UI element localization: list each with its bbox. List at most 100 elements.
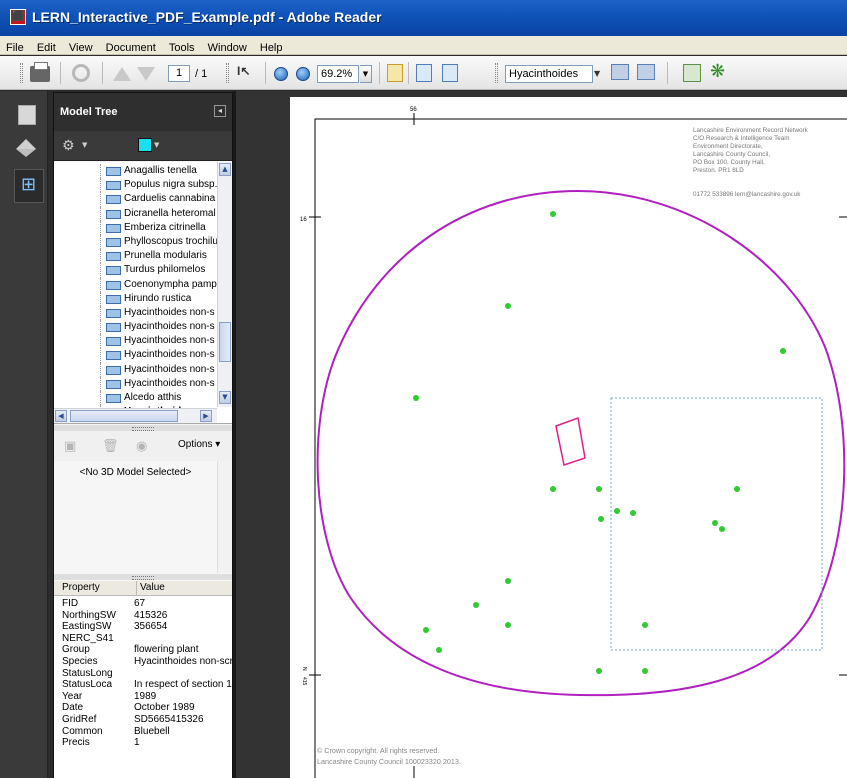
previous-page-icon[interactable] <box>113 67 131 81</box>
tree-item[interactable]: Hyacinthoides non-s <box>54 305 217 321</box>
options-button[interactable]: Options ▾ <box>178 439 220 450</box>
tree-item[interactable]: Anagallis tenella <box>54 164 217 179</box>
tree-item-label: Hyacinthoides non-s <box>124 335 215 347</box>
title-bar[interactable]: ⬛ LERN_Interactive_PDF_Example.pdf - Ado… <box>0 0 847 36</box>
tree-item[interactable]: Hyacinthoides non-s <box>54 334 217 349</box>
select-tool-icon[interactable]: I↖ <box>237 64 255 82</box>
property-row[interactable]: NorthingSW 415326 <box>54 610 232 622</box>
object-data-icon[interactable] <box>683 64 701 82</box>
tree-item[interactable]: Hirundo rustica <box>54 291 217 306</box>
model-tree-icon[interactable] <box>710 61 728 82</box>
page-view-icon[interactable] <box>387 64 403 82</box>
tree-horizontal-scrollbar[interactable]: ◀ ▶ <box>54 408 217 423</box>
tree-item[interactable]: Hyacinthoides non-s <box>54 348 217 363</box>
scroll-thumb[interactable] <box>219 322 231 362</box>
tree-item[interactable]: Hyacinthoides non-s <box>54 376 217 391</box>
document-view[interactable]: 56 16 N 415 Lancashire Environment Recor… <box>236 91 847 778</box>
property-key: Species <box>62 656 98 667</box>
property-row[interactable]: Group flowering plant <box>54 644 232 656</box>
tree-item[interactable]: Emberiza citrinella <box>54 220 217 235</box>
menu-window[interactable]: Window <box>204 39 251 54</box>
record-point <box>712 520 718 526</box>
color-swatch[interactable] <box>138 138 152 152</box>
find-next-icon[interactable] <box>637 64 655 80</box>
tree-item[interactable]: Dicranella heteromal <box>54 206 217 221</box>
scroll-right-icon[interactable]: ▶ <box>200 410 212 422</box>
tree-item[interactable]: Turdus philomelos <box>54 263 217 278</box>
toolbar-grip[interactable] <box>495 63 498 83</box>
property-row[interactable]: Year 1989 <box>54 691 232 703</box>
tree-connector <box>100 192 101 207</box>
model-tree-tab-icon[interactable] <box>14 169 44 203</box>
menu-help[interactable]: Help <box>256 39 287 54</box>
property-key: Date <box>62 702 84 714</box>
print-icon[interactable] <box>30 62 50 82</box>
property-value: SD5665415326 <box>134 714 204 725</box>
find-previous-icon[interactable] <box>611 64 629 80</box>
fit-page-icon[interactable] <box>442 64 458 82</box>
toolbar-grip[interactable] <box>226 63 229 83</box>
property-value: October 1989 <box>134 702 195 714</box>
menu-tools[interactable]: Tools <box>165 39 199 54</box>
fit-width-icon[interactable] <box>416 64 432 82</box>
menu-file[interactable]: File <box>0 39 28 54</box>
tree-item[interactable]: Hyacinthoides non-s <box>54 320 217 335</box>
sync-icon[interactable] <box>72 64 90 82</box>
menu-edit[interactable]: Edit <box>33 39 60 54</box>
property-row[interactable]: StatusLong <box>54 668 232 680</box>
panel-close-icon[interactable]: ◂ <box>214 105 226 117</box>
chevron-down-icon[interactable]: ▼ <box>154 141 159 149</box>
tree-item[interactable]: Prunella modularis <box>54 249 217 264</box>
scroll-down-icon[interactable]: ▼ <box>219 391 231 404</box>
scroll-up-icon[interactable]: ▲ <box>219 163 231 176</box>
zoom-out-icon[interactable] <box>274 67 288 81</box>
property-row[interactable]: Common Bluebell <box>54 726 232 738</box>
tree-vertical-scrollbar[interactable]: ▲ ▼ <box>217 162 232 407</box>
next-page-icon[interactable] <box>137 67 155 81</box>
scroll-thumb[interactable] <box>70 410 178 422</box>
pages-icon[interactable] <box>18 105 36 125</box>
tree-item[interactable]: Alcedo atthis <box>54 391 217 406</box>
model-view-icon: ▣ <box>64 439 77 454</box>
chevron-down-icon[interactable]: ▼ <box>82 141 87 149</box>
property-row[interactable]: FID 67 <box>54 598 232 610</box>
tree-item-label: Hyacinthoides non-s <box>124 349 215 361</box>
views-scrollbar[interactable] <box>217 461 232 573</box>
menu-document[interactable]: Document <box>102 39 160 54</box>
property-row[interactable]: GridRef SD5665415326 <box>54 714 232 726</box>
tree-connector <box>100 178 101 193</box>
property-row[interactable]: Precis 1 <box>54 737 232 749</box>
splitter[interactable] <box>54 574 232 580</box>
search-dropdown-arrow[interactable]: ▼ <box>594 69 600 78</box>
property-key: EastingSW <box>62 621 112 633</box>
zoom-in-icon[interactable] <box>296 67 310 81</box>
property-column-header[interactable]: Property <box>62 582 100 593</box>
search-input[interactable]: Hyacinthoides <box>505 65 593 83</box>
zoom-level-input[interactable]: 69.2% <box>317 65 359 83</box>
tree-item[interactable]: Coenonympha pamp <box>54 277 217 292</box>
property-row[interactable]: NERC_S41 <box>54 633 232 645</box>
property-row[interactable]: Date October 1989 <box>54 702 232 714</box>
zoom-dropdown-arrow[interactable]: ▼ <box>360 65 372 83</box>
value-column-header[interactable]: Value <box>136 581 165 595</box>
tree-item[interactable]: Hyacinthoides non-s <box>54 362 217 377</box>
window-title: LERN_Interactive_PDF_Example.pdf - Adobe… <box>32 9 382 25</box>
site-polygon <box>555 416 586 466</box>
toolbar-grip[interactable] <box>20 63 23 83</box>
property-row[interactable]: Species Hyacinthoides non-scr <box>54 656 233 668</box>
contact-line: 01772 533896 lern@lancashire.gov.uk <box>693 191 801 198</box>
property-row[interactable]: EastingSW 356654 <box>54 621 232 633</box>
tree-item[interactable]: Populus nigra subsp. <box>54 178 217 193</box>
tree-item[interactable]: Phylloscopus trochilu <box>54 234 218 250</box>
tree-node-icon <box>106 237 121 247</box>
tree-item[interactable]: Carduelis cannabina <box>54 192 217 207</box>
gear-icon[interactable]: ⚙ <box>62 138 75 154</box>
menu-view[interactable]: View <box>65 39 97 54</box>
property-row[interactable]: StatusLoca In respect of section 1 <box>54 679 232 691</box>
page-number-input[interactable]: 1 <box>168 65 190 82</box>
layers-icon[interactable] <box>16 139 36 157</box>
scroll-left-icon[interactable]: ◀ <box>55 410 67 422</box>
property-value: 1 <box>134 737 140 749</box>
property-value: 415326 <box>134 609 168 621</box>
panel-header: Model Tree ◂ <box>54 93 232 131</box>
